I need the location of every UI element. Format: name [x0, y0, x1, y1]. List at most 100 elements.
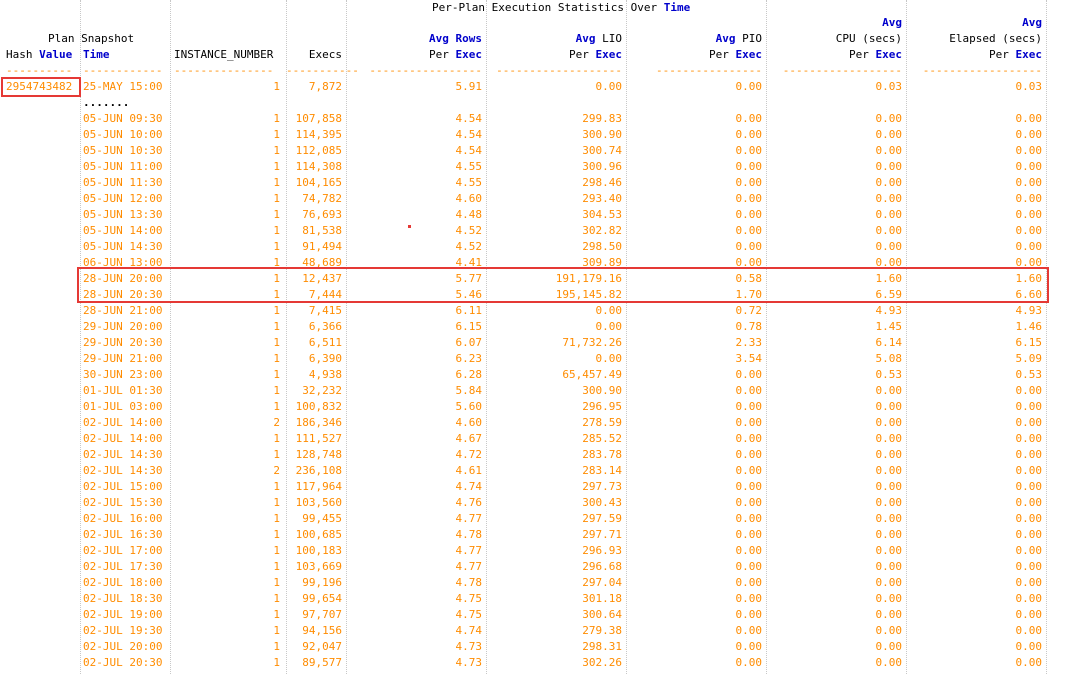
cpu-cell: 0.00	[875, 528, 903, 541]
instance-cell: 1	[273, 320, 280, 333]
underline: ----------	[6, 64, 73, 77]
elapsed-avg-label: Avg	[1022, 16, 1042, 29]
elapsed-cell: 0.00	[1015, 592, 1043, 605]
underline: ---------------	[174, 64, 274, 77]
time-cell: 05-JUN 09:30	[83, 112, 163, 125]
rows-cell: 4.77	[455, 560, 483, 573]
ellipsis-row: .......	[0, 95, 1082, 111]
instance-cell: 1	[273, 624, 280, 637]
elapsed-cell: 0.00	[1015, 608, 1043, 621]
rows-cell: 4.78	[455, 528, 483, 541]
table-row: 02-JUL 15:00 1 117,964 4.74 297.73 0.00 0.00 0.…	[0, 479, 1082, 495]
pio-cell: 0.00	[735, 112, 763, 125]
pio-cell: 0.00	[735, 368, 763, 381]
instance-cell: 1	[273, 384, 280, 397]
lio-cell: 300.90	[582, 128, 622, 141]
time-cell: 05-JUN 11:30	[83, 176, 163, 189]
cpu-cell: 0.00	[875, 656, 903, 669]
lio-cell: 298.46	[582, 176, 622, 189]
time-header: Time	[83, 48, 110, 61]
table-row: 01-JUL 03:00 1 100,832 5.60 296.95 0.00 0.00 0.…	[0, 399, 1082, 415]
table-row: 30-JUN 23:00 1 4,938 6.28 65,457.49 0.00 0.53 0…	[0, 367, 1082, 383]
execs-cell: 4,938	[308, 368, 342, 381]
table-row: 28-JUN 20:00 1 12,437 5.77 191,179.16 0.58 1.6…	[0, 271, 1082, 287]
elapsed-header: Elapsed (secs)	[949, 32, 1042, 45]
instance-cell: 1	[273, 608, 280, 621]
hash-value-header: Hash Value	[6, 48, 73, 61]
pio-cell: 0.00	[735, 656, 763, 669]
pio-cell: 0.00	[735, 544, 763, 557]
execs-cell: 99,455	[302, 512, 342, 525]
time-cell: 02-JUL 20:30	[83, 656, 163, 669]
execs-cell: 81,538	[302, 224, 342, 237]
instance-cell: 1	[273, 544, 280, 557]
instance-cell: 1	[273, 512, 280, 525]
lio-cell: 279.38	[582, 624, 622, 637]
pio-cell: 0.72	[735, 304, 763, 317]
elapsed-cell: 4.93	[1015, 304, 1043, 317]
table-row: 02-JUL 14:00 1 111,527 4.67 285.52 0.00 0.00 0.…	[0, 431, 1082, 447]
elapsed-cell: 0.00	[1015, 464, 1043, 477]
elapsed-cell: 0.00	[1015, 400, 1043, 413]
pio-cell: 0.00	[735, 592, 763, 605]
pio-cell: 0.00	[735, 224, 763, 237]
pio-header: Avg PIO	[715, 32, 762, 45]
table-row: 05-JUN 10:00 1 114,395 4.54 300.90 0.00 0.00 0.…	[0, 127, 1082, 143]
instance-cell: 1	[273, 432, 280, 445]
instance-cell: 2	[273, 464, 280, 477]
lio-cell: 283.78	[582, 448, 622, 461]
elapsed-cell: 0.53	[1015, 368, 1043, 381]
instance-cell: 1	[273, 336, 280, 349]
table-row: 02-JUL 14:30 1 128,748 4.72 283.78 0.00 0.00 0.…	[0, 447, 1082, 463]
rows-cell: 6.28	[455, 368, 483, 381]
rows-cell: 4.78	[455, 576, 483, 589]
time-cell: 05-JUN 11:00	[83, 160, 163, 173]
time-cell: 02-JUL 20:00	[83, 640, 163, 653]
execs-cell: 103,560	[295, 496, 342, 509]
table-row: 02-JUL 14:30 2 236,108 4.61 283.14 0.00 0.00 0.…	[0, 463, 1082, 479]
lio-header: Avg LIO	[575, 32, 622, 45]
marker-dot	[408, 225, 411, 228]
header-underline-row: ---------- ------------ --------------- …	[0, 63, 1082, 79]
lio-cell: 293.40	[582, 192, 622, 205]
lio-cell: 299.83	[582, 112, 622, 125]
elapsed-cell: 6.60	[1015, 288, 1043, 301]
pio-cell: 0.00	[735, 400, 763, 413]
rows-cell: 4.75	[455, 592, 483, 605]
execs-cell: 6,366	[308, 320, 342, 333]
report-title-row: Per-Plan Execution Statistics Over Time	[0, 0, 1082, 16]
rows-cell: 4.72	[455, 448, 483, 461]
time-cell: 01-JUL 03:00	[83, 400, 163, 413]
time-cell: 06-JUN 13:00	[83, 256, 163, 269]
cpu-cell: 0.00	[875, 160, 903, 173]
table-row: 05-JUN 14:30 1 91,494 4.52 298.50 0.00 0.00 0.0…	[0, 239, 1082, 255]
elapsed-cell: 0.00	[1015, 496, 1043, 509]
table-row: 02-JUL 19:00 1 97,707 4.75 300.64 0.00 0.00 0.0…	[0, 607, 1082, 623]
instance-cell: 1	[273, 192, 280, 205]
cpu-cell: 0.00	[875, 256, 903, 269]
rows-cell: 6.07	[455, 336, 483, 349]
rows-cell: 4.73	[455, 640, 483, 653]
elapsed-cell: 5.09	[1015, 352, 1043, 365]
cpu-cell: 0.00	[875, 192, 903, 205]
table-row: 02-JUL 15:30 1 103,560 4.76 300.43 0.00 0.00 0.…	[0, 495, 1082, 511]
table-row: 05-JUN 12:00 1 74,782 4.60 293.40 0.00 0.00 0.0…	[0, 191, 1082, 207]
lio-cell: 297.04	[582, 576, 622, 589]
lio-cell: 0.00	[595, 352, 623, 365]
table-row: 05-JUN 14:00 1 81,538 4.52 302.82 0.00 0.00 0.0…	[0, 223, 1082, 239]
pio-cell: 0.00	[735, 464, 763, 477]
time-cell: 02-JUL 19:00	[83, 608, 163, 621]
lio-cell: 195,145.82	[555, 288, 622, 301]
execs-cell: 112,085	[295, 144, 342, 157]
ellipsis: .......	[83, 96, 130, 109]
rows-cell: 4.54	[455, 112, 483, 125]
instance-cell: 1	[273, 208, 280, 221]
rows-cell: 4.52	[455, 224, 483, 237]
time-cell: 02-JUL 15:00	[83, 480, 163, 493]
execs-cell: 103,669	[295, 560, 342, 573]
rows-cell: 4.77	[455, 512, 483, 525]
execs-cell: 111,527	[295, 432, 342, 445]
instance-cell: 1	[273, 368, 280, 381]
time-cell: 05-JUN 10:30	[83, 144, 163, 157]
table-row: 02-JUL 18:30 1 99,654 4.75 301.18 0.00 0.00 0.0…	[0, 591, 1082, 607]
